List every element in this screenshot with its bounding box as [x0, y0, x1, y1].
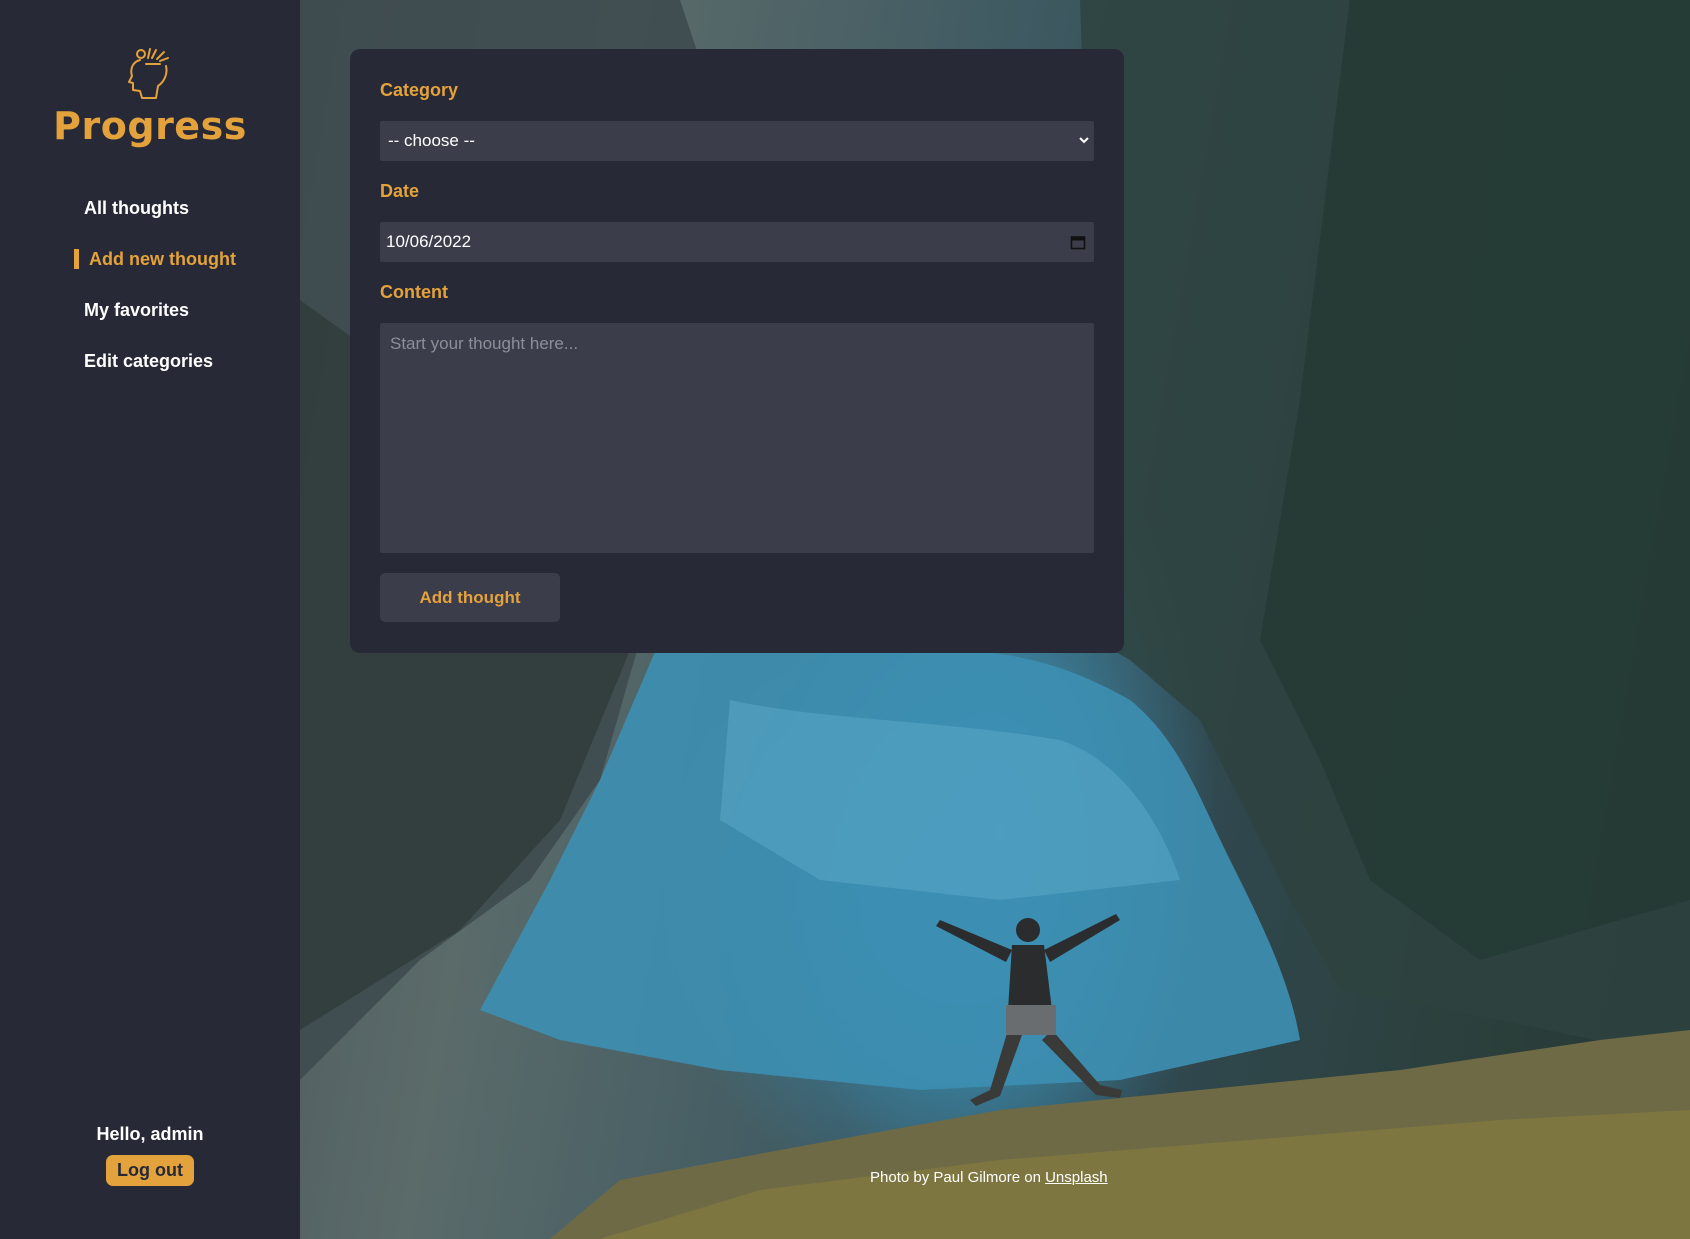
sidebar-item-all-thoughts[interactable]: All thoughts [0, 188, 300, 239]
sidebar-item-label: My favorites [84, 300, 190, 320]
content-placeholder: Start your thought here... [390, 334, 579, 353]
brand-logo[interactable]: Progress [0, 46, 300, 148]
category-label: Category [380, 80, 459, 100]
calendar-icon[interactable] [1070, 234, 1086, 250]
sidebar-item-add-new-thought[interactable]: Add new thought [0, 239, 300, 290]
user-box: Hello, admin Log out [0, 1124, 300, 1186]
date-input[interactable]: 10/06/2022 [380, 222, 1094, 262]
date-value: 10/06/2022 [386, 232, 472, 251]
head-with-ideas-icon [128, 48, 169, 99]
chevron-down-icon [1079, 137, 1089, 144]
brand-name: Progress [53, 104, 247, 148]
unsplash-link[interactable]: Unsplash [1045, 1169, 1108, 1186]
sidebar-item-label: Add new thought [89, 249, 236, 269]
sidebar-item-my-favorites[interactable]: My favorites [0, 290, 300, 341]
active-indicator [74, 249, 79, 269]
content-label: Content [380, 282, 448, 302]
add-thought-button[interactable]: Add thought [380, 573, 560, 622]
greeting: Hello, admin [96, 1124, 204, 1144]
photo-credit: Photo by Paul Gilmore on Unsplash [870, 1169, 1108, 1186]
logout-button[interactable]: Log out [106, 1155, 194, 1186]
add-thought-form: Category -- choose -- Date 10/06/2022 Co… [350, 49, 1124, 653]
sidebar: Progress All thoughts Add new thought My… [0, 0, 300, 1239]
credit-text: Photo by Paul Gilmore on [870, 1169, 1046, 1186]
category-selected-value: -- choose -- [388, 131, 475, 150]
category-select[interactable]: -- choose -- [380, 121, 1094, 161]
sidebar-item-edit-categories[interactable]: Edit categories [0, 341, 300, 392]
date-label: Date [380, 181, 420, 201]
content-textarea[interactable]: Start your thought here... [380, 323, 1094, 553]
sidebar-item-label: All thoughts [84, 198, 189, 218]
sidebar-item-label: Edit categories [84, 351, 214, 371]
sidebar-nav: All thoughts Add new thought My favorite… [0, 188, 300, 392]
